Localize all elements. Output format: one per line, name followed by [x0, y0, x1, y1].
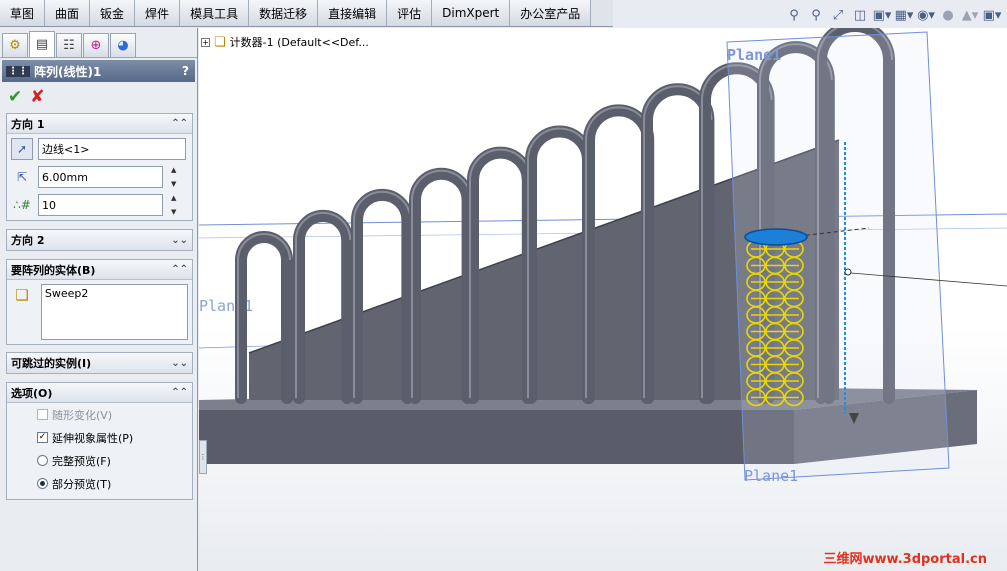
linear-pattern-icon: ⋮⋮ [6, 65, 30, 77]
propagate-visual-checkbox[interactable]: ✓ [37, 432, 48, 443]
distance-value: 6.00mm [42, 170, 88, 184]
skip-group: 可跳过的实例(I) ⌄⌄ [6, 352, 193, 374]
distance-icon: ⇱ [16, 170, 28, 184]
bodies-header[interactable]: 要阵列的实体(B) ⌃⌃ [7, 260, 192, 280]
zoom-area-icon[interactable]: ⚲ [807, 6, 825, 24]
drag-handle[interactable] [844, 268, 852, 276]
bodies-list[interactable]: Sweep2 [40, 284, 188, 340]
part-icon: ❏ [214, 34, 226, 50]
model-scene[interactable]: Plane1 Plane1 Plane1 [199, 28, 1007, 571]
reverse-direction-icon[interactable]: ➚ [11, 138, 33, 160]
distance-input[interactable]: 6.00mm [38, 166, 163, 188]
bodies-group: 要阵列的实体(B) ⌃⌃ ❏ Sweep2 [6, 259, 193, 345]
expand-icon[interactable]: ⌄⌄ [171, 358, 188, 369]
zoom-to-fit-icon[interactable]: ⚲ [785, 6, 803, 24]
geometry-variation-checkbox[interactable] [37, 409, 48, 420]
tab-0[interactable]: 草图 [0, 0, 46, 26]
property-manager-title: ⋮⋮ 阵列(线性)1 ? [2, 60, 195, 82]
direction1-title: 方向 1 [11, 117, 45, 131]
full-preview-radio[interactable] [37, 455, 48, 466]
direction2-header[interactable]: 方向 2 ⌄⌄ [7, 230, 192, 250]
tab-3[interactable]: 焊件 [135, 0, 181, 26]
edge-selection-field[interactable]: 边线<1> [38, 138, 186, 160]
direction2-title: 方向 2 [11, 234, 45, 247]
bodies-title: 要阵列的实体(B) [11, 263, 96, 277]
partial-preview-option: 部分预览(T) [7, 472, 192, 495]
tab-5[interactable]: 数据迁移 [249, 0, 319, 26]
instance-count-value: 10 [42, 198, 56, 212]
solid-body-icon: ❏ [15, 286, 29, 304]
pattern-preview [746, 240, 804, 407]
full-preview-option: 完整预览(F) [7, 449, 192, 472]
apply-scene-icon[interactable]: ▲▾ [961, 6, 979, 24]
property-manager-icon[interactable]: ▤ [29, 31, 55, 57]
manager-tabs: ⚙ ▤ ☷ ⊕ ◕ [0, 28, 197, 58]
direction2-group: 方向 2 ⌄⌄ [6, 229, 193, 251]
selected-body[interactable] [744, 228, 808, 246]
option-label: 随形变化(V) [52, 408, 113, 422]
configuration-manager-icon[interactable]: ☷ [56, 33, 82, 57]
property-manager: ⚙ ▤ ☷ ⊕ ◕ ⋮⋮ 阵列(线性)1 ? ✔ ✘ 方向 1 ⌃⌃ ➚ 边线<… [0, 28, 198, 571]
edit-appearance-icon[interactable]: ● [939, 6, 957, 24]
tab-9[interactable]: 办公室产品 [510, 0, 592, 26]
option-label: 延伸视象属性(P) [52, 431, 134, 445]
dimxpert-manager-icon[interactable]: ⊕ [83, 33, 109, 57]
hide-show-icon[interactable]: ◉▾ [917, 6, 935, 24]
tree-item-label: 计数器-1 (Default<<Def... [229, 36, 369, 49]
command-manager-tabs: 草图 曲面 钣金 焊件 模具工具 数据迁移 直接编辑 评估 DimXpert 办公室产品 [0, 0, 613, 27]
section-view-icon[interactable]: ◫ [851, 6, 869, 24]
help-button[interactable]: ? [182, 64, 189, 78]
tab-4[interactable]: 模具工具 [180, 0, 250, 26]
ok-cancel-bar: ✔ ✘ [0, 82, 197, 112]
option-label: 部分预览(T) [52, 477, 112, 491]
collapse-icon[interactable]: ⌃⌃ [171, 387, 188, 398]
expand-icon[interactable]: + [201, 37, 210, 47]
tab-2[interactable]: 钣金 [90, 0, 136, 26]
feature-manager-icon[interactable]: ⚙ [2, 33, 28, 57]
count-spinner[interactable]: ▲ ▼ [171, 194, 181, 216]
heads-up-view-toolbar: ⚲ ⚲ ⤢ ◫ ▣▾ ▦▾ ◉▾ ● ▲▾ ▣▾ [613, 0, 1007, 30]
display-manager-icon[interactable]: ◕ [110, 33, 136, 57]
base-front [199, 410, 794, 464]
collapse-icon[interactable]: ⌃⌃ [171, 264, 188, 275]
panel-splitter[interactable]: ⋮ [199, 440, 207, 474]
cancel-button[interactable]: ✘ [30, 87, 44, 107]
graphics-area[interactable]: Plane1 Plane1 Plane1 + ❏ 计数器-1 (Default<… [199, 28, 1007, 571]
view-settings-icon[interactable]: ▣▾ [983, 6, 1002, 24]
skip-header[interactable]: 可跳过的实例(I) ⌄⌄ [7, 353, 192, 373]
instance-count-input[interactable]: 10 [38, 194, 163, 216]
direction1-header[interactable]: 方向 1 ⌃⌃ [7, 114, 192, 134]
options-title: 选项(O) [11, 386, 53, 400]
skip-title: 可跳过的实例(I) [11, 357, 92, 370]
tab-8[interactable]: DimXpert [432, 0, 511, 26]
expand-icon[interactable]: ⌄⌄ [171, 235, 188, 246]
view-orientation-icon[interactable]: ▣▾ [873, 6, 892, 24]
tab-6[interactable]: 直接编辑 [318, 0, 388, 26]
distance-spinner[interactable]: ▲ ▼ [171, 166, 181, 188]
instances-count-icon: ∴# [13, 198, 31, 212]
collapse-icon[interactable]: ⌃⌃ [171, 118, 188, 129]
watermark: 三维网www.3dportal.cn [823, 552, 987, 567]
previous-view-icon[interactable]: ⤢ [829, 6, 847, 24]
propagate-visual-option: ✓ 延伸视象属性(P) [7, 426, 192, 449]
geometry-variation-option: 随形变化(V) [7, 403, 192, 426]
option-label: 完整预览(F) [52, 454, 111, 468]
page-title: 阵列(线性)1 [34, 64, 102, 79]
tab-7[interactable]: 评估 [387, 0, 433, 26]
options-header[interactable]: 选项(O) ⌃⌃ [7, 383, 192, 403]
feature-tree-flyout[interactable]: + ❏ 计数器-1 (Default<<Def... [201, 34, 369, 50]
plane-label: Plane1 [727, 46, 781, 64]
display-style-icon[interactable]: ▦▾ [895, 6, 914, 24]
options-group: 选项(O) ⌃⌃ 随形变化(V) ✓ 延伸视象属性(P) 完整预览(F) 部分预… [6, 382, 193, 500]
ok-button[interactable]: ✔ [8, 87, 22, 107]
edge-selection-value: 边线<1> [42, 143, 90, 156]
partial-preview-radio[interactable] [37, 478, 48, 489]
tab-1[interactable]: 曲面 [45, 0, 91, 26]
list-item[interactable]: Sweep2 [45, 287, 184, 300]
direction1-group: 方向 1 ⌃⌃ ➚ 边线<1> ⇱ 6.00mm ▲ ▼ ∴# 10 ▲ ▼ [6, 113, 193, 221]
plane-label: Plane1 [744, 467, 798, 485]
